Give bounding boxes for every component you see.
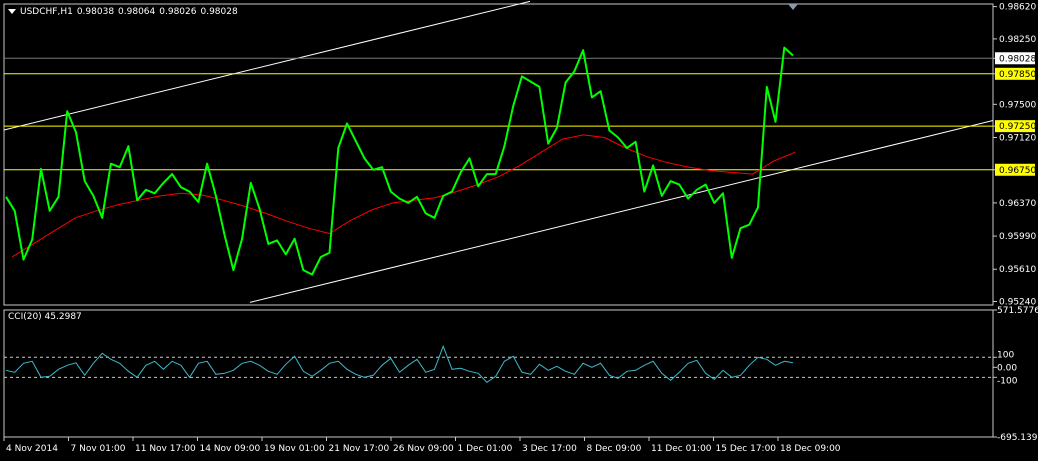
price-scale-label: 0.97850 [999,70,1036,80]
ohlc-low: 0.98026 [159,7,197,17]
cci-scale-label: -100 [997,376,1018,386]
price-line [5,46,794,276]
ohlc-high: 0.98064 [118,7,156,17]
price-scale-label: 0.97500 [999,100,1036,110]
price-scale-label: 0.98250 [999,35,1036,45]
time-axis-label: 11 Dec 01:00 [651,444,712,454]
dropdown-triangle-icon[interactable] [8,9,16,14]
time-axis-label: 4 Nov 2014 [6,444,58,454]
time-axis-label: 26 Nov 09:00 [393,444,454,454]
cci-scale-label: -695.1398 [997,433,1038,443]
time-axis-label: 11 Nov 17:00 [135,444,196,454]
price-scale-label: 0.97250 [999,122,1036,132]
time-axis-label: 8 Dec 09:00 [587,444,642,454]
ohlc-close: 0.98028 [200,7,238,17]
symbol-header: USDCHF,H1 0.98038 0.98064 0.98026 0.98028 [8,7,242,17]
chart-window: 0.98620 0.98250 0.98028 0.97850 0.97500 0.972… [0,0,1038,457]
symbol-label: USDCHF,H1 [20,7,73,17]
time-axis-label: 1 Dec 01:00 [458,444,513,454]
price-scale-label: 0.97120 [999,133,1036,143]
cci-pane-frame [3,309,994,438]
cci-header: CCI(20) 45.2987 [8,312,82,322]
time-axis-label: 19 Nov 01:00 [264,444,325,454]
price-scale-label: 0.98028 [999,54,1036,64]
cci-scale-label: 571.5776 [997,306,1038,316]
time-axis-label: 21 Nov 17:00 [329,444,390,454]
time-axis-label: 18 Dec 09:00 [780,444,841,454]
price-scale-label: 0.95990 [999,232,1036,242]
cci-scale-label: 100 [997,350,1014,360]
cci-scale-label: 0.00 [997,363,1017,373]
chart-canvas[interactable]: 0.98620 0.98250 0.98028 0.97850 0.97500 0.972… [0,0,1038,457]
upper-trend-line [3,0,531,131]
time-axis-label: 7 Nov 01:00 [71,444,126,454]
time-axis-label: 14 Nov 09:00 [200,444,261,454]
price-scale-label: 0.96750 [999,166,1036,176]
price-scale-label: 0.96370 [999,199,1036,209]
time-axis-label: 15 Dec 17:00 [716,444,777,454]
lower-trend-line [249,119,994,303]
time-axis-label: 3 Dec 17:00 [522,444,577,454]
price-pane-frame [3,3,994,306]
chart-shift-marker-icon [788,4,798,10]
price-scale-label: 0.95610 [999,265,1036,275]
ohlc-open: 0.98038 [76,7,115,17]
price-scale-label: 0.98620 [999,3,1036,13]
